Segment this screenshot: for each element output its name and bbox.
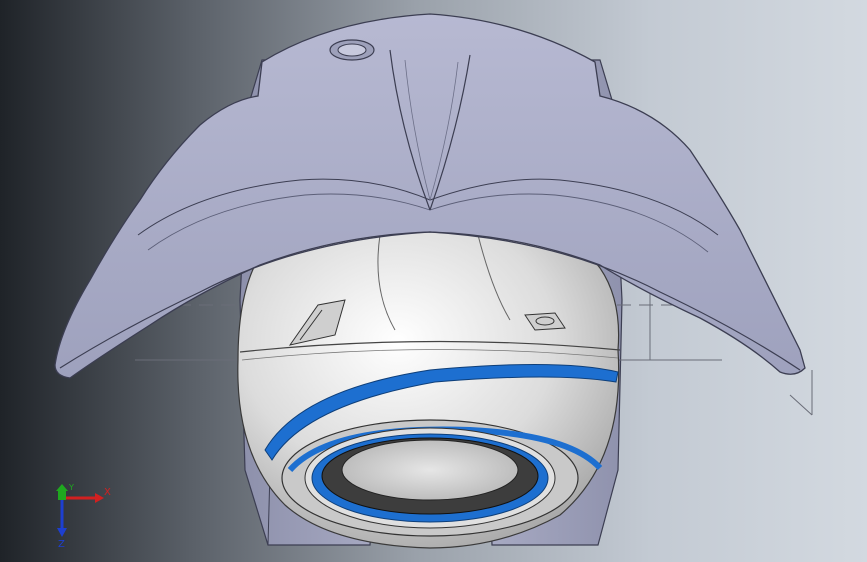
x-axis-arrow — [62, 493, 104, 503]
y-axis-label: Y — [68, 483, 74, 492]
x-axis-label: X — [104, 487, 111, 498]
3d-graphics-viewport[interactable]: X Z Y — [0, 0, 867, 562]
reference-triad: X Z Y — [56, 483, 111, 550]
z-axis-label: Z — [58, 539, 65, 550]
camera-housing-model[interactable] — [0, 0, 867, 562]
z-axis-arrow — [57, 498, 67, 537]
